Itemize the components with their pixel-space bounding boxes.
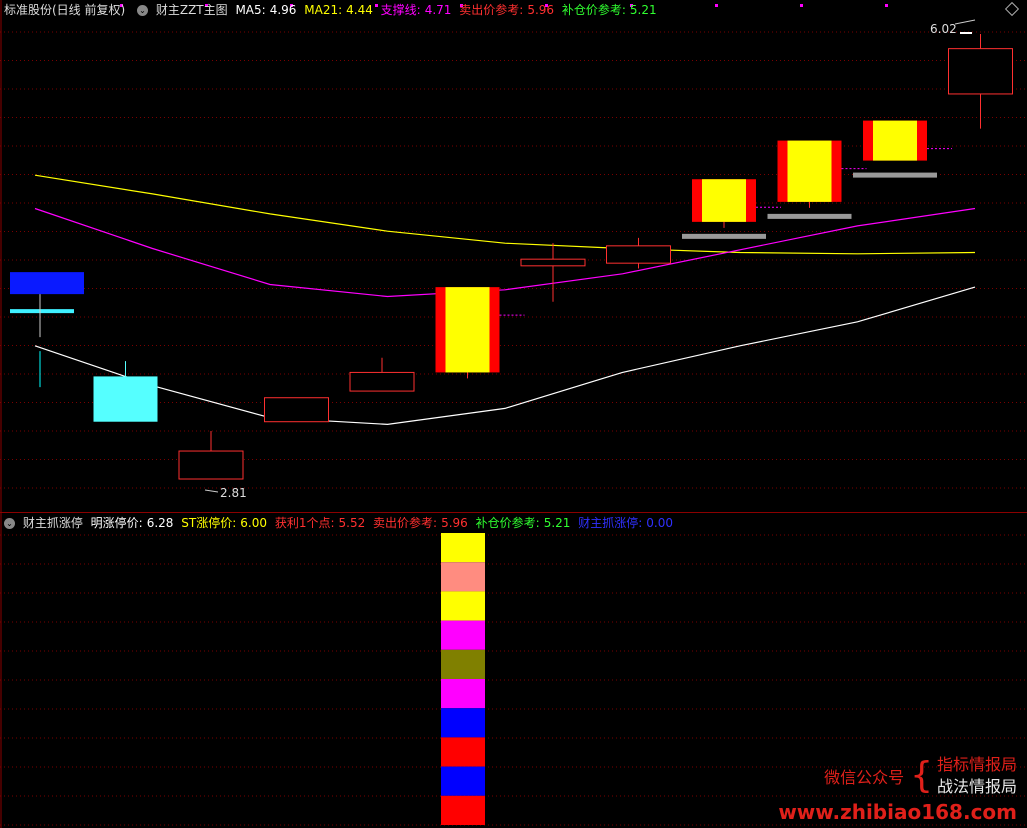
ma21-value: 4.44 xyxy=(346,3,373,17)
signal-bar xyxy=(441,679,485,709)
watermark-url: www.zhibiao168.com xyxy=(778,800,1017,824)
limit-up-body xyxy=(702,179,746,222)
signal-bar xyxy=(441,620,485,650)
signal-bar xyxy=(441,766,485,796)
support-value: 4.71 xyxy=(424,3,452,17)
candle-body xyxy=(178,450,244,480)
signal-bar xyxy=(441,708,485,738)
watermark: 微信公众号 { 指标情报局 战法情报局 www.zhibiao168.com xyxy=(778,754,1017,824)
low-arrow xyxy=(204,489,219,493)
sell-value: 5.96 xyxy=(527,3,555,17)
low-price-label: 2.81 xyxy=(220,486,247,500)
candle-body xyxy=(948,48,1013,95)
high-arrow xyxy=(954,19,976,25)
main-header: 标准股份(日线 前复权) ⌄ 财主ZZT主图 MA5: 4.96 MA21: 4.4… xyxy=(0,0,1027,20)
sub-indicator-panel[interactable]: ⌄ 财主抓涨停 明涨停价: 6.28 ST涨停价: 6.00 获利1个点: 5.52 … xyxy=(0,512,1027,828)
sub-indicator-name[interactable]: 财主抓涨停 xyxy=(23,516,83,530)
main-chart-panel[interactable]: 标准股份(日线 前复权) ⌄ 财主ZZT主图 MA5: 4.96 MA21: 4.4… xyxy=(0,0,1027,512)
candle-shadow-bar xyxy=(10,309,74,314)
stock-title[interactable]: 标准股份(日线 前复权) xyxy=(4,3,125,17)
watermark-wechat: 微信公众号 xyxy=(824,768,905,787)
zzt-label: 财主抓涨停: xyxy=(578,516,643,530)
signal-bar xyxy=(441,562,485,592)
signal-bar xyxy=(441,591,485,621)
st-label: ST涨停价: xyxy=(181,516,237,530)
candlestick-chart[interactable] xyxy=(0,0,1027,512)
buy-value: 5.21 xyxy=(629,3,657,17)
zzt-value: 0.00 xyxy=(646,516,673,530)
signal-bar xyxy=(441,649,485,679)
buy-label: 补仓价参考: xyxy=(561,3,626,17)
ma5-label: MA5: xyxy=(235,3,266,17)
ma5-value: 4.96 xyxy=(269,3,297,17)
collapse-sub-icon[interactable]: ⌄ xyxy=(4,518,15,529)
limit-label: 明涨停价: xyxy=(90,516,143,530)
watermark-brace: { xyxy=(910,755,933,796)
sell-label: 卖出价参考: xyxy=(459,3,524,17)
ma21-label: MA21: xyxy=(304,3,343,17)
limit-up-body xyxy=(787,140,832,202)
buy-ref-bar xyxy=(853,172,937,178)
ma5-line xyxy=(34,286,976,426)
profit-value: 5.52 xyxy=(338,516,366,530)
buy-ref-bar xyxy=(682,233,766,239)
sub-buy-label: 补仓价参考: xyxy=(475,516,540,530)
limit-value: 6.28 xyxy=(146,516,174,530)
candle-body xyxy=(264,397,329,423)
candle-body xyxy=(520,258,586,267)
sub-sell-label: 卖出价参考: xyxy=(373,516,438,530)
candle-body xyxy=(10,272,84,295)
indicator-name[interactable]: 财主ZZT主图 xyxy=(156,3,228,17)
sub-sell-value: 5.96 xyxy=(441,516,468,530)
signal-bar xyxy=(441,533,485,563)
support-label: 支撑线: xyxy=(380,3,421,17)
signal-bar xyxy=(441,795,485,825)
sub-buy-value: 5.21 xyxy=(543,516,571,530)
collapse-main-icon[interactable]: ⌄ xyxy=(137,5,149,16)
limit-up-body xyxy=(445,287,490,373)
profit-label: 获利1个点: xyxy=(274,516,335,530)
sub-header: ⌄ 财主抓涨停 明涨停价: 6.28 ST涨停价: 6.00 获利1个点: 5.52 … xyxy=(0,513,1027,533)
candle-body xyxy=(606,245,671,264)
candle-body xyxy=(349,371,415,392)
signal-bar xyxy=(441,737,485,767)
high-price-label: 6.02 xyxy=(930,22,957,36)
support-line xyxy=(34,207,976,298)
buy-ref-bar xyxy=(767,213,852,219)
st-value: 6.00 xyxy=(240,516,267,530)
candle-body xyxy=(93,376,158,422)
watermark-line2: 战法情报局 xyxy=(936,777,1017,796)
limit-up-body xyxy=(873,120,917,161)
watermark-line1: 指标情报局 xyxy=(936,755,1017,774)
